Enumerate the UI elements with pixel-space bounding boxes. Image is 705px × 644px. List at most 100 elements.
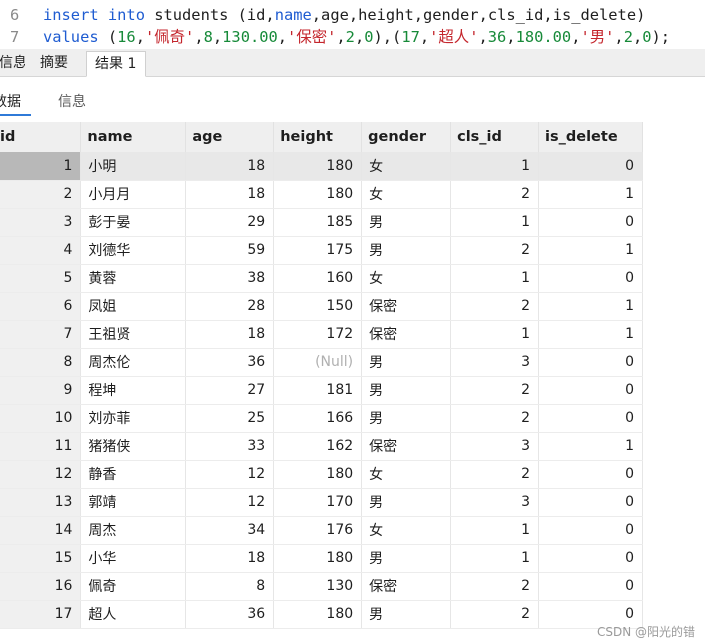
table-row[interactable]: 2 小月月 18 180 女 2 1 — [0, 180, 643, 209]
cell-cls-id[interactable]: 2 — [450, 600, 540, 629]
cell-age[interactable]: 25 — [185, 404, 275, 433]
column-header-gender[interactable]: gender — [361, 122, 452, 152]
cell-gender[interactable]: 男 — [361, 376, 452, 405]
cell-id[interactable]: 7 — [0, 320, 82, 349]
column-header-name[interactable]: name — [80, 122, 187, 152]
cell-name[interactable]: 刘亦菲 — [80, 404, 187, 433]
cell-id[interactable]: 16 — [0, 572, 82, 601]
cell-name[interactable]: 小华 — [80, 544, 187, 573]
cell-height[interactable]: 130 — [273, 572, 363, 601]
cell-id[interactable]: 12 — [0, 460, 82, 489]
cell-height[interactable]: 176 — [273, 516, 363, 545]
cell-is-delete[interactable]: 0 — [538, 516, 643, 545]
cell-is-delete[interactable]: 0 — [538, 152, 643, 181]
cell-age[interactable]: 36 — [185, 600, 275, 629]
cell-id[interactable]: 9 — [0, 376, 82, 405]
cell-gender[interactable]: 男 — [361, 404, 452, 433]
cell-height[interactable]: 172 — [273, 320, 363, 349]
cell-name[interactable]: 彭于晏 — [80, 208, 187, 237]
cell-height[interactable]: 180 — [273, 180, 363, 209]
cell-is-delete[interactable]: 0 — [538, 208, 643, 237]
cell-height[interactable]: 180 — [273, 152, 363, 181]
cell-cls-id[interactable]: 2 — [450, 460, 540, 489]
cell-age[interactable]: 33 — [185, 432, 275, 461]
cell-cls-id[interactable]: 2 — [450, 292, 540, 321]
cell-gender[interactable]: 女 — [361, 180, 452, 209]
cell-id[interactable]: 10 — [0, 404, 82, 433]
cell-cls-id[interactable]: 2 — [450, 404, 540, 433]
cell-name[interactable]: 刘德华 — [80, 236, 187, 265]
cell-gender[interactable]: 女 — [361, 152, 452, 181]
cell-id[interactable]: 2 — [0, 180, 82, 209]
cell-cls-id[interactable]: 2 — [450, 236, 540, 265]
cell-age[interactable]: 8 — [185, 572, 275, 601]
cell-gender[interactable]: 男 — [361, 544, 452, 573]
cell-id[interactable]: 15 — [0, 544, 82, 573]
cell-name[interactable]: 猪猪侠 — [80, 432, 187, 461]
cell-gender[interactable]: 男 — [361, 600, 452, 629]
cell-is-delete[interactable]: 1 — [538, 180, 643, 209]
cell-id[interactable]: 3 — [0, 208, 82, 237]
cell-id[interactable]: 17 — [0, 600, 82, 629]
cell-height[interactable]: 185 — [273, 208, 363, 237]
cell-cls-id[interactable]: 1 — [450, 264, 540, 293]
cell-cls-id[interactable]: 1 — [450, 152, 540, 181]
cell-age[interactable]: 34 — [185, 516, 275, 545]
cell-gender[interactable]: 保密 — [361, 320, 452, 349]
cell-name[interactable]: 超人 — [80, 600, 187, 629]
cell-id[interactable]: 4 — [0, 236, 82, 265]
cell-name[interactable]: 佩奇 — [80, 572, 187, 601]
tab-result-1[interactable]: 结果 1 — [86, 51, 146, 77]
cell-height[interactable]: 166 — [273, 404, 363, 433]
cell-is-delete[interactable]: 0 — [538, 348, 643, 377]
cell-is-delete[interactable]: 1 — [538, 236, 643, 265]
table-row[interactable]: 15 小华 18 180 男 1 0 — [0, 544, 643, 573]
cell-age[interactable]: 27 — [185, 376, 275, 405]
cell-is-delete[interactable]: 0 — [538, 572, 643, 601]
cell-name[interactable]: 郭靖 — [80, 488, 187, 517]
code-line[interactable]: 7 values (16,'佩奇',8,130.00,'保密',2,0),(17,… — [0, 26, 705, 48]
cell-cls-id[interactable]: 1 — [450, 320, 540, 349]
cell-age[interactable]: 18 — [185, 152, 275, 181]
cell-is-delete[interactable]: 0 — [538, 460, 643, 489]
cell-cls-id[interactable]: 1 — [450, 516, 540, 545]
cell-cls-id[interactable]: 2 — [450, 376, 540, 405]
cell-name[interactable]: 王祖贤 — [80, 320, 187, 349]
cell-is-delete[interactable]: 0 — [538, 376, 643, 405]
cell-gender[interactable]: 女 — [361, 264, 452, 293]
cell-is-delete[interactable]: 0 — [538, 404, 643, 433]
column-header-height[interactable]: height — [273, 122, 363, 152]
table-row[interactable]: 4 刘德华 59 175 男 2 1 — [0, 236, 643, 265]
table-row[interactable]: 16 佩奇 8 130 保密 2 0 — [0, 572, 643, 601]
table-row[interactable]: 7 王祖贤 18 172 保密 1 1 — [0, 320, 643, 349]
subtab-data[interactable]: 数据 — [0, 90, 31, 116]
column-header-age[interactable]: age — [185, 122, 275, 152]
cell-height[interactable]: 181 — [273, 376, 363, 405]
table-row[interactable]: 8 周杰伦 36 (Null) 男 3 0 — [0, 348, 643, 377]
table-row[interactable]: 11 猪猪侠 33 162 保密 3 1 — [0, 432, 643, 461]
subtab-info[interactable]: 信息 — [58, 90, 92, 116]
cell-gender[interactable]: 保密 — [361, 292, 452, 321]
cell-age[interactable]: 36 — [185, 348, 275, 377]
table-row[interactable]: 10 刘亦菲 25 166 男 2 0 — [0, 404, 643, 433]
cell-cls-id[interactable]: 1 — [450, 544, 540, 573]
cell-cls-id[interactable]: 3 — [450, 488, 540, 517]
cell-id[interactable]: 13 — [0, 488, 82, 517]
cell-name[interactable]: 小月月 — [80, 180, 187, 209]
cell-age[interactable]: 18 — [185, 320, 275, 349]
cell-is-delete[interactable]: 0 — [538, 264, 643, 293]
tab-info[interactable]: 信息 — [0, 51, 25, 77]
cell-id[interactable]: 5 — [0, 264, 82, 293]
column-header-id[interactable]: id — [0, 122, 82, 152]
cell-id[interactable]: 14 — [0, 516, 82, 545]
cell-height[interactable]: (Null) — [273, 348, 363, 377]
table-row[interactable]: 13 郭靖 12 170 男 3 0 — [0, 488, 643, 517]
cell-gender[interactable]: 保密 — [361, 432, 452, 461]
cell-id[interactable]: 8 — [0, 348, 82, 377]
cell-age[interactable]: 18 — [185, 180, 275, 209]
cell-cls-id[interactable]: 2 — [450, 572, 540, 601]
cell-cls-id[interactable]: 3 — [450, 432, 540, 461]
cell-name[interactable]: 周杰 — [80, 516, 187, 545]
cell-name[interactable]: 小明 — [80, 152, 187, 181]
cell-gender[interactable]: 女 — [361, 516, 452, 545]
